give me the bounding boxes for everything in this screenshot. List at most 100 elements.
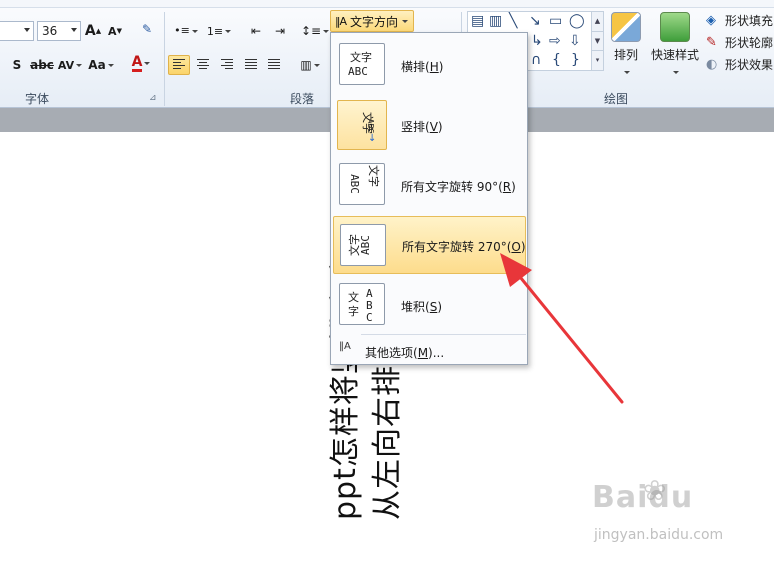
menu-label-more-options: 其他选项(M)...: [365, 346, 445, 360]
align-right-icon: [221, 59, 233, 71]
line-spacing-button[interactable]: ↕≡: [300, 21, 330, 41]
align-right-button[interactable]: [217, 55, 237, 75]
menu-label-vertical: 竖排(V): [401, 120, 443, 134]
quick-styles-button[interactable]: 快速样式: [648, 12, 702, 77]
chevron-down-icon: [624, 71, 630, 74]
text-direction-button[interactable]: ‖A 文字方向: [330, 10, 414, 32]
pen-icon: ✎: [706, 34, 717, 50]
vertical-text-thumb: 文字 ABC ↓: [337, 100, 387, 150]
distributed-icon: [268, 59, 280, 71]
arrange-icon: [611, 12, 641, 42]
shape-effects-button[interactable]: ◐ 形状效果: [706, 56, 773, 73]
line-shape-icon[interactable]: ╲: [509, 14, 517, 28]
shape-outline-button[interactable]: ✎ 形状轮廓: [706, 34, 773, 51]
chevron-down-icon: [225, 29, 232, 33]
menu-item-rotate-90[interactable]: 文字 ABC 所有文字旋转 90°(R): [333, 156, 526, 214]
gallery-more-icon[interactable]: ▾: [592, 50, 603, 69]
rectangle-shape-icon[interactable]: ▭: [549, 14, 562, 28]
clear-format-button[interactable]: ✎: [136, 19, 158, 39]
menu-label-stacked: 堆积(S): [401, 300, 442, 314]
increase-indent-button[interactable]: ⇥: [270, 21, 290, 41]
chevron-down-icon[interactable]: [71, 28, 77, 32]
oval-shape-icon[interactable]: ◯: [569, 14, 585, 28]
columns-button[interactable]: ▥: [296, 55, 324, 75]
justify-button[interactable]: [241, 55, 261, 75]
bullet-list-icon: •≡: [174, 24, 190, 37]
font-name-combo[interactable]: [0, 21, 34, 41]
numbered-list-icon: 1≡: [206, 24, 224, 38]
chevron-down-icon: [323, 29, 330, 33]
menu-label-horizontal: 横排(H): [401, 60, 444, 74]
menu-item-more-options[interactable]: ‖A 其他选项(M)...: [333, 339, 526, 363]
paw-icon: ❀: [643, 474, 667, 507]
rotate-270-thumb: 文字 ABC: [340, 224, 386, 266]
chevron-down-icon: [107, 63, 114, 67]
increase-indent-icon: ⇥: [274, 24, 286, 38]
font-size-value: 36: [42, 24, 58, 38]
text-direction-icon: ‖A: [335, 14, 347, 28]
right-brace-shape-icon[interactable]: }: [571, 53, 580, 67]
menu-item-horizontal[interactable]: 文字 ABC 横排(H): [333, 36, 526, 94]
quick-styles-icon: [660, 12, 690, 42]
columns-icon: ▥: [300, 58, 312, 72]
chevron-down-icon: [313, 63, 320, 67]
justify-icon: [245, 59, 257, 71]
vertical-text-box-icon[interactable]: ▥: [489, 14, 502, 28]
text-box-icon[interactable]: ▤: [471, 14, 484, 28]
font-group-label: 字体: [25, 92, 50, 106]
arrange-button[interactable]: 排列: [608, 12, 644, 77]
shadow-button[interactable]: S: [8, 55, 26, 75]
gallery-scrollbar[interactable]: ▲ ▼ ▾: [591, 12, 603, 70]
chevron-down-icon: [144, 61, 151, 65]
font-dialog-launcher-icon[interactable]: ⊿: [149, 93, 157, 103]
chevron-down-icon: [76, 63, 83, 67]
shape-fill-button[interactable]: ◈ 形状填充: [706, 12, 773, 29]
ribbon-top-strip: [0, 0, 774, 8]
decrease-indent-icon: ⇤: [250, 24, 262, 38]
line-spacing-icon: ↕≡: [300, 24, 322, 38]
font-size-combo[interactable]: 36: [37, 21, 81, 41]
clear-format-icon: ✎: [141, 22, 153, 36]
align-center-button[interactable]: [193, 55, 213, 75]
align-left-button[interactable]: [168, 55, 190, 75]
chevron-down-icon[interactable]: [24, 28, 30, 32]
arrow-down-icon: ↓: [368, 133, 377, 144]
menu-item-vertical[interactable]: 文字 ABC ↓ 竖排(V): [333, 96, 526, 154]
text-direction-label: 文字方向: [350, 14, 399, 29]
rotate-90-thumb: 文字 ABC: [339, 163, 385, 205]
down-arrow-shape-icon[interactable]: ⇩: [569, 34, 581, 48]
menu-label-rotate-90: 所有文字旋转 90°(R): [401, 180, 516, 194]
menu-item-stacked[interactable]: 文 字 A B C 堆积(S): [333, 276, 526, 334]
shape-fill-label: 形状填充: [725, 14, 774, 28]
distributed-button[interactable]: [264, 55, 284, 75]
quick-styles-label: 快速样式: [650, 48, 699, 62]
watermark-url: jingyan.baidu.com: [594, 527, 724, 543]
font-color-button[interactable]: A: [126, 53, 156, 73]
align-left-icon: [173, 59, 185, 71]
align-center-icon: [197, 59, 209, 71]
menu-item-rotate-270[interactable]: 文字 ABC 所有文字旋转 270°(O): [333, 216, 526, 274]
arrow-line-shape-icon[interactable]: ↘: [529, 14, 541, 28]
character-spacing-button[interactable]: AV: [57, 55, 83, 75]
grow-font-button[interactable]: A ▲: [84, 21, 102, 41]
chevron-down-icon: [191, 29, 198, 33]
bullets-button[interactable]: •≡: [172, 21, 200, 41]
shrink-font-button[interactable]: A ▼: [106, 21, 124, 41]
paragraph-group-label: 段落: [290, 92, 315, 106]
change-case-button[interactable]: Aa: [87, 55, 115, 75]
menu-label-rotate-270: 所有文字旋转 270°(O): [402, 240, 526, 254]
horizontal-text-thumb: 文字 ABC: [339, 43, 385, 85]
decrease-indent-button[interactable]: ⇤: [246, 21, 266, 41]
strikethrough-button[interactable]: abc: [30, 55, 54, 75]
right-arrow-shape-icon[interactable]: ⇨: [549, 34, 561, 48]
curve-shape-icon[interactable]: ∩: [531, 53, 541, 67]
scroll-down-icon[interactable]: ▼: [592, 31, 603, 50]
numbering-button[interactable]: 1≡: [204, 21, 234, 41]
shape-effects-icon: ◐: [706, 56, 718, 72]
connector-shape-icon[interactable]: ↳: [531, 34, 543, 48]
arrange-label: 排列: [613, 48, 638, 62]
drawing-group-label: 绘图: [604, 92, 629, 106]
left-brace-shape-icon[interactable]: {: [552, 53, 561, 67]
scroll-up-icon[interactable]: ▲: [592, 12, 603, 31]
slide-text-line-2[interactable]: 从左向右排: [362, 365, 406, 520]
